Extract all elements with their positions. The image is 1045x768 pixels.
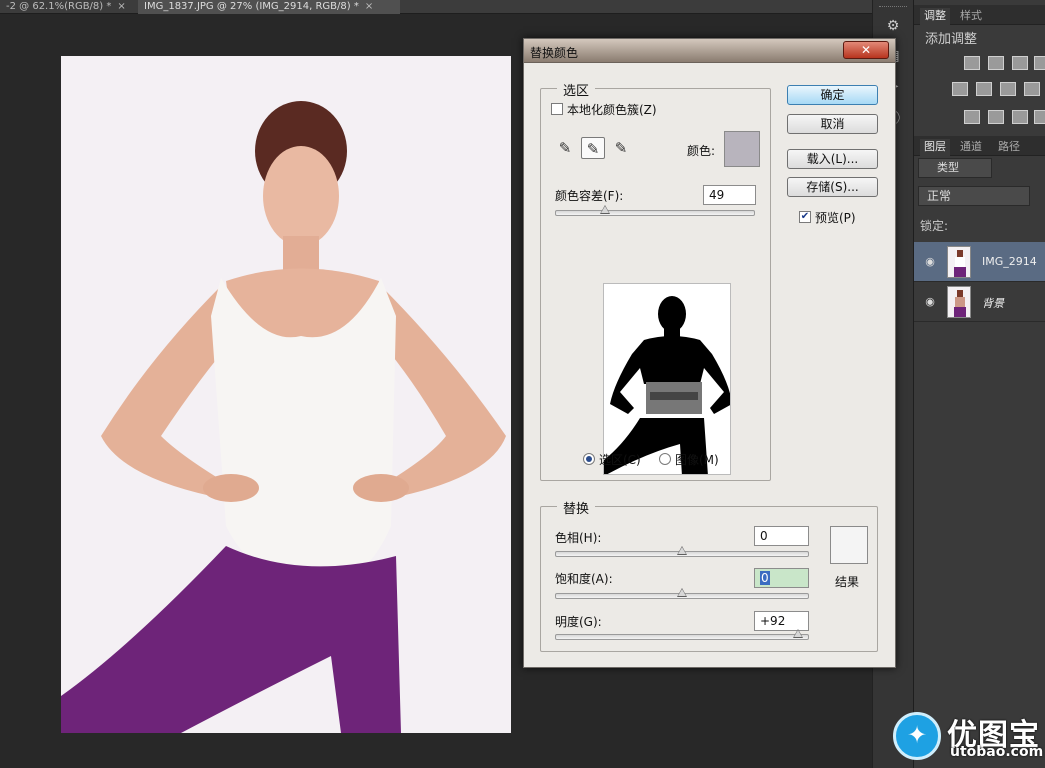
adjustments-tabbar: 调整 样式	[914, 5, 1045, 25]
lock-label: 锁定:	[920, 219, 949, 233]
selection-preview	[603, 283, 731, 475]
brightness-icon[interactable]	[964, 56, 980, 70]
replacement-legend: 替换	[557, 498, 596, 517]
ok-button[interactable]: 确定	[787, 85, 878, 105]
photo-image	[61, 56, 511, 733]
color-label: 颜色:	[687, 144, 716, 158]
layer-thumbnail-figure	[954, 290, 966, 317]
lock-row: 锁定:	[920, 217, 948, 234]
save-button[interactable]: 存储(S)...	[787, 177, 878, 197]
fuzziness-input[interactable]: 49	[703, 185, 756, 205]
dialog-titlebar[interactable]: 替换颜色 ✕	[524, 39, 895, 63]
bird-logo-icon: ✦	[893, 712, 941, 760]
selection-color-swatch[interactable]	[724, 131, 760, 167]
hue-input[interactable]: 0	[754, 526, 809, 546]
load-button[interactable]: 载入(L)...	[787, 149, 878, 169]
posterize-icon[interactable]	[988, 110, 1004, 124]
tab-adjustments[interactable]: 调整	[920, 8, 950, 25]
tab-layers[interactable]: 图层	[920, 139, 950, 156]
invert-icon[interactable]	[964, 110, 980, 124]
replace-color-dialog: 替换颜色 ✕ 选区 本地化颜色簇(Z) ✎ ✎ ✎ 颜色: 颜色容差(F): 4…	[523, 38, 896, 668]
vibrance-icon[interactable]	[952, 82, 968, 96]
result-label: 结果	[835, 575, 860, 589]
layer-name: IMG_2914	[982, 255, 1037, 268]
selection-group: 选区 本地化颜色簇(Z) ✎ ✎ ✎ 颜色: 颜色容差(F): 49 选区(C)	[540, 80, 771, 481]
layer-thumbnail-figure	[954, 250, 966, 277]
tool-preset-icon[interactable]: ⚙	[883, 18, 903, 36]
image-radio-label: 图像(M)	[675, 453, 719, 467]
selection-radio-label: 选区(C)	[599, 453, 641, 467]
cancel-button[interactable]: 取消	[787, 114, 878, 134]
blend-mode-select[interactable]: 正常	[918, 186, 1030, 206]
hue-slider-thumb[interactable]	[677, 546, 687, 555]
channel-mixer-icon[interactable]	[1024, 82, 1040, 96]
layers-tabbar: 图层 通道 路径	[914, 136, 1045, 156]
levels-icon[interactable]	[988, 56, 1004, 70]
model-photo-illustration	[61, 56, 511, 733]
tab-paths[interactable]: 路径	[994, 139, 1024, 156]
fuzziness-slider[interactable]	[555, 205, 755, 216]
eyedropper-icon[interactable]: ✎	[553, 137, 577, 159]
right-panels: 调整 样式 添加调整 图层 通道 路径 类型 正常 锁定: ◉ IMG_2914…	[913, 0, 1045, 768]
close-icon[interactable]: ×	[117, 1, 125, 12]
blend-mode-value: 正常	[927, 189, 952, 203]
layer-thumbnail	[947, 286, 971, 318]
dialog-title: 替换颜色	[530, 46, 579, 60]
saturation-slider[interactable]	[555, 588, 809, 599]
tab-styles[interactable]: 样式	[956, 8, 986, 25]
eyedropper-minus-icon[interactable]: ✎	[609, 137, 633, 159]
eye-icon[interactable]: ◉	[923, 295, 937, 308]
layer-row[interactable]: ◉ 背景	[914, 282, 1045, 322]
fuzziness-slider-thumb[interactable]	[599, 205, 610, 214]
image-radio[interactable]	[659, 453, 671, 465]
lightness-slider[interactable]	[555, 629, 809, 640]
exposure-icon[interactable]	[1034, 56, 1045, 70]
result-color-swatch[interactable]	[830, 526, 868, 564]
fuzziness-label: 颜色容差(F):	[555, 189, 624, 203]
saturation-label: 饱和度(A):	[555, 572, 613, 586]
replacement-group: 替换 色相(H): 0 饱和度(A): 0 明度(G): +92 结果	[540, 498, 878, 652]
document-tab-1-label: -2 @ 62.1%(RGB/8) *	[6, 1, 112, 12]
preview-checkbox[interactable]: ✔	[799, 211, 811, 223]
layer-thumbnail	[947, 246, 971, 278]
tab-channels[interactable]: 通道	[956, 139, 986, 156]
saturation-slider-thumb[interactable]	[677, 588, 687, 597]
lightness-input[interactable]: +92	[754, 611, 809, 631]
hue-label: 色相(H):	[555, 531, 602, 545]
kind-filter-label: 类型	[937, 161, 959, 174]
selection-preview-mask	[604, 284, 730, 474]
localized-clusters-label: 本地化颜色簇(Z)	[567, 103, 657, 117]
threshold-icon[interactable]	[1012, 110, 1028, 124]
curves-icon[interactable]	[1012, 56, 1028, 70]
color-balance-icon[interactable]	[976, 82, 992, 96]
eye-icon[interactable]: ◉	[923, 255, 937, 268]
hue-slider[interactable]	[555, 546, 809, 557]
black-white-icon[interactable]	[1000, 82, 1016, 96]
document-tab-2[interactable]: IMG_1837.JPG @ 27% (IMG_2914, RGB/8) * ×	[138, 0, 400, 14]
document-tab-2-label: IMG_1837.JPG @ 27% (IMG_2914, RGB/8) *	[144, 1, 359, 12]
dock-grip[interactable]	[879, 6, 907, 8]
document-tab-1[interactable]: -2 @ 62.1%(RGB/8) * ×	[0, 0, 134, 14]
selection-radio[interactable]	[583, 453, 595, 465]
layer-name: 背景	[982, 297, 1004, 310]
watermark-url: utobao.com	[950, 744, 1044, 760]
saturation-input[interactable]: 0	[754, 568, 809, 588]
eyedropper-plus-icon[interactable]: ✎	[581, 137, 605, 159]
lightness-slider-thumb[interactable]	[792, 629, 803, 638]
saturation-input-value: 0	[760, 571, 770, 585]
document-tab-bar: -2 @ 62.1%(RGB/8) * × IMG_1837.JPG @ 27% …	[0, 0, 872, 14]
close-button[interactable]: ✕	[843, 41, 889, 59]
selection-legend: 选区	[557, 80, 596, 99]
lightness-label: 明度(G):	[555, 615, 602, 629]
gradient-map-icon[interactable]	[1034, 110, 1045, 124]
layer-kind-filter[interactable]: 类型	[918, 158, 992, 178]
layer-row[interactable]: ◉ IMG_2914	[914, 242, 1045, 282]
preview-label: 预览(P)	[815, 211, 856, 225]
close-icon[interactable]: ×	[365, 1, 373, 12]
adjustments-title: 添加调整	[925, 32, 978, 47]
localized-clusters-checkbox[interactable]	[551, 103, 563, 115]
